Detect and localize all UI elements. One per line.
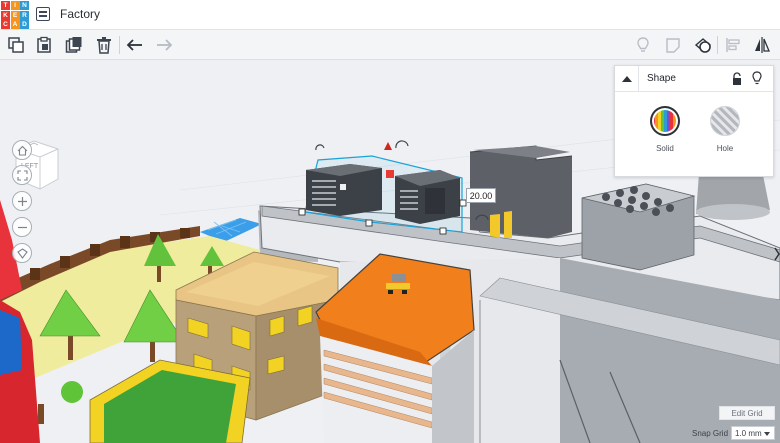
snap-grid-select[interactable]: 1.0 mm (731, 426, 775, 440)
shape-inspector-panel: Shape Solid Hole (614, 65, 774, 177)
logo-letter: C (1, 20, 10, 29)
tinkercad-logo[interactable]: TIN KER CAD (1, 1, 29, 29)
logo-letter: N (20, 1, 29, 10)
edit-grid-button[interactable]: Edit Grid (719, 406, 775, 420)
snap-grid-label: Snap Grid (692, 429, 729, 438)
delete-icon[interactable] (94, 35, 114, 55)
collapse-panel-arrow-icon[interactable] (774, 247, 780, 261)
redo-icon[interactable] (154, 35, 174, 55)
hole-swatch-icon[interactable] (710, 106, 740, 136)
solid-label: Solid (656, 144, 674, 153)
zoom-out-button[interactable] (12, 217, 32, 237)
top-bar: TIN KER CAD Factory (0, 0, 780, 30)
vent-block[interactable] (581, 183, 696, 271)
logo-letter: E (10, 10, 20, 20)
visibility-bulb-icon[interactable] (751, 71, 763, 87)
hole-label: Hole (716, 144, 734, 153)
snap-grid-value: 1.0 mm (735, 428, 762, 438)
paste-icon[interactable] (34, 35, 54, 55)
shape-panel-title: Shape (647, 73, 676, 84)
lock-icon[interactable] (731, 72, 743, 86)
note-icon[interactable] (663, 35, 683, 55)
hole-option[interactable]: Hole (705, 106, 745, 153)
perspective-button[interactable] (12, 243, 32, 263)
project-name[interactable]: Factory (60, 7, 100, 21)
logo-letter: I (10, 1, 20, 10)
edit-toolbar (0, 30, 780, 60)
project-list-icon[interactable] (36, 7, 50, 21)
mirror-icon[interactable] (752, 35, 772, 55)
fit-view-button[interactable] (12, 165, 32, 185)
shape-panel-header: Shape (615, 66, 773, 92)
logo-letter: D (20, 20, 29, 29)
height-handle-icon[interactable] (384, 142, 392, 150)
workplane-shape-icon[interactable] (693, 35, 713, 55)
rotate-handles[interactable] (315, 140, 409, 151)
align-icon[interactable] (723, 35, 743, 55)
toolbar-divider (119, 36, 120, 54)
lightbulb-icon[interactable] (633, 35, 653, 55)
solid-option[interactable]: Solid (645, 106, 685, 153)
solid-swatch-icon[interactable] (650, 106, 680, 136)
dimension-input[interactable]: 20.00 (466, 188, 496, 203)
copy-icon[interactable] (6, 35, 26, 55)
home-view-button[interactable] (12, 140, 32, 160)
logo-letter: K (1, 10, 10, 20)
duplicate-icon[interactable] (64, 35, 84, 55)
zoom-in-button[interactable] (12, 191, 32, 211)
undo-icon[interactable] (125, 35, 145, 55)
logo-letter: A (10, 20, 20, 29)
logo-letter: R (20, 10, 29, 20)
collapse-panel-button[interactable] (615, 66, 639, 92)
logo-letter: T (1, 1, 10, 10)
toolbar-divider (717, 36, 718, 54)
